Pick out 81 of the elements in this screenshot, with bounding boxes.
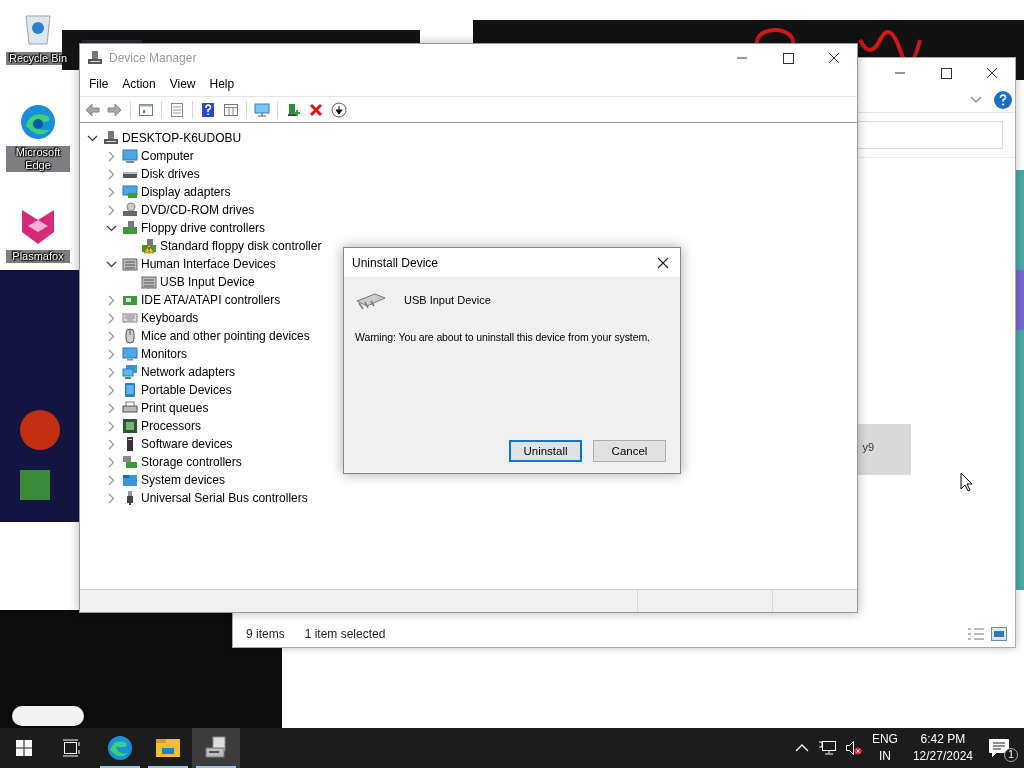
tree-item[interactable]: Storage controllers	[140, 455, 243, 469]
clock-time[interactable]: 6:42 PM	[920, 731, 966, 748]
keypad-icon	[122, 256, 138, 272]
status-text: 1 item selected	[304, 627, 386, 641]
tree-item[interactable]: Print queues	[140, 401, 210, 415]
window-icon[interactable]	[138, 101, 154, 118]
address-field[interactable]	[857, 121, 1003, 149]
chip-icon	[122, 418, 138, 434]
speaker-muted-icon[interactable]	[844, 740, 863, 756]
tree-item[interactable]: Floppy drive controllers	[140, 221, 267, 235]
tree-item[interactable]: Human Interface Devices	[140, 257, 277, 271]
status-text: 9 items	[246, 627, 285, 641]
cursor-icon	[960, 472, 974, 492]
usb-device-icon	[355, 291, 387, 311]
tree-item[interactable]: Keyboards	[140, 311, 200, 325]
folder-icon	[122, 472, 138, 488]
display-card-icon	[122, 184, 138, 200]
tree-item[interactable]: Disk drives	[140, 167, 201, 181]
menu-item[interactable]: Action	[115, 75, 163, 93]
mouse-icon	[122, 328, 138, 344]
desktop-icon-label[interactable]: Plasmafox	[6, 250, 70, 263]
dialog-button[interactable]: Cancel	[593, 440, 666, 462]
tree-item[interactable]: Processors	[140, 419, 203, 433]
tree-item[interactable]: Portable Devices	[140, 383, 233, 397]
window-title: Device Manager	[109, 51, 197, 65]
tree-item[interactable]: Standard floppy disk controller	[159, 239, 323, 253]
help-icon[interactable]	[200, 101, 216, 118]
keyboard-icon	[122, 310, 138, 326]
menu-item[interactable]: File	[82, 75, 116, 93]
menu-item[interactable]: View	[162, 75, 203, 93]
tree-item[interactable]: Software devices	[140, 437, 234, 451]
tree-item[interactable]: DVD/CD-ROM drives	[140, 203, 256, 217]
grid-icon[interactable]	[223, 101, 239, 118]
language-indicator[interactable]: IN	[878, 748, 891, 765]
network-icon[interactable]	[817, 740, 836, 756]
dialog-title: Uninstall Device	[352, 255, 439, 270]
monitor-icon	[122, 148, 138, 164]
tree-item[interactable]: IDE ATA/ATAPI controllers	[140, 293, 282, 307]
tree-item[interactable]: Monitors	[140, 347, 188, 361]
computer-icon	[87, 50, 103, 66]
phone-icon	[122, 382, 138, 398]
computer-icon[interactable]	[192, 728, 240, 768]
clock-date[interactable]: 12/27/2024	[912, 748, 973, 765]
driver-update-icon[interactable]	[285, 101, 301, 118]
file-tile[interactable]: y9	[856, 424, 911, 475]
help-icon[interactable]	[994, 91, 1012, 109]
tree-item[interactable]: Network adapters	[140, 365, 237, 379]
circuit-board-icon	[122, 220, 138, 236]
computer-icon	[103, 130, 119, 146]
tree-item[interactable]: Display adapters	[140, 185, 232, 199]
tree-item[interactable]: System devices	[140, 473, 227, 487]
back-arrow-icon[interactable]	[84, 101, 100, 118]
details-view-icon[interactable]	[967, 627, 985, 641]
disc-drive-icon	[122, 202, 138, 218]
warning-text: Warning: You are about to uninstall this device from your system.	[355, 331, 651, 343]
menu-item[interactable]: Help	[202, 75, 242, 93]
tree-item[interactable]: DESKTOP-K6UDOBU	[121, 131, 243, 145]
storage-icon	[122, 454, 138, 470]
notification-icon[interactable]	[988, 738, 1010, 758]
desktop-icon-label[interactable]: Microsoft Edge	[6, 146, 70, 172]
monitor-icon	[122, 346, 138, 362]
network-icon	[122, 364, 138, 380]
browser-icon[interactable]	[18, 102, 58, 142]
close-icon[interactable]	[656, 255, 670, 270]
language-indicator[interactable]: ENG	[871, 731, 898, 748]
monitor-icon[interactable]	[254, 101, 270, 118]
device-name: USB Input Device	[404, 293, 491, 306]
forward-arrow-icon[interactable]	[107, 101, 123, 118]
chevron-up-icon[interactable]	[794, 743, 809, 753]
tree-item[interactable]: Universal Serial Bus controllers	[140, 491, 309, 505]
list-icon[interactable]	[169, 101, 185, 118]
download-icon[interactable]	[331, 101, 347, 118]
notification-count: 1	[1004, 748, 1018, 762]
tree-item[interactable]: Mice and other pointing devices	[140, 329, 311, 343]
tree-item[interactable]: USB Input Device	[159, 275, 256, 289]
tree-item[interactable]: Computer	[140, 149, 195, 163]
chevron-down-icon[interactable]	[970, 96, 982, 104]
thumbnail-view-icon[interactable]	[991, 627, 1007, 641]
dialog-button[interactable]: Uninstall	[509, 440, 582, 462]
delete-icon[interactable]	[308, 101, 324, 118]
printer-icon	[122, 400, 138, 416]
